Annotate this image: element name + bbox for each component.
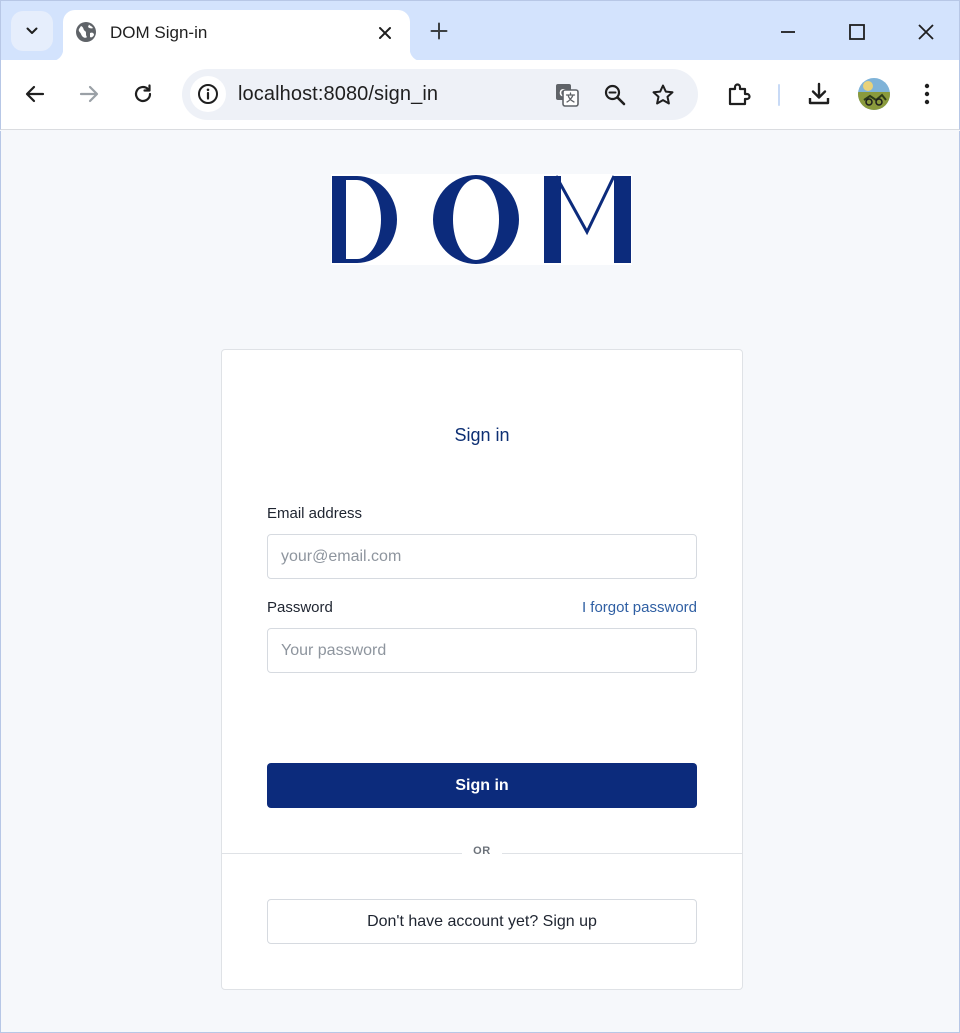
- dom-logo-image: [332, 175, 631, 264]
- minimize-icon: [781, 31, 795, 33]
- email-label: Email address: [267, 505, 363, 522]
- translate-icon: G: [556, 84, 579, 107]
- close-icon: [379, 27, 391, 39]
- puzzle-icon: [728, 83, 751, 106]
- page-viewport: Sign in Email address Password I forgot …: [0, 131, 960, 1033]
- new-tab-button[interactable]: [425, 17, 453, 45]
- more-vertical-icon: [924, 83, 930, 105]
- toolbar-divider: [778, 84, 780, 106]
- signin-title: Sign in: [454, 425, 510, 445]
- bookmark-button[interactable]: [648, 80, 678, 110]
- signin-card: Sign in Email address Password I forgot …: [221, 349, 743, 990]
- minimize-button[interactable]: [771, 15, 805, 49]
- email-input[interactable]: [267, 534, 697, 579]
- plus-icon: [430, 22, 448, 40]
- tab-close-button[interactable]: [374, 22, 396, 44]
- zoom-out-icon: [604, 84, 626, 106]
- translate-button[interactable]: G: [552, 80, 582, 110]
- tab-search-button[interactable]: [11, 11, 53, 51]
- maximize-icon: [849, 24, 865, 40]
- password-input[interactable]: [267, 628, 697, 673]
- or-divider-label: OR: [462, 845, 502, 857]
- site-info-button[interactable]: [190, 76, 226, 112]
- profile-avatar[interactable]: [858, 78, 890, 110]
- zoom-button[interactable]: [600, 80, 630, 110]
- browser-menu-button[interactable]: [907, 74, 947, 114]
- tab-title: DOM Sign-in: [110, 23, 208, 42]
- reload-icon: [134, 84, 152, 103]
- star-icon: [652, 84, 674, 105]
- forgot-password-link[interactable]: I forgot password: [582, 599, 697, 616]
- arrow-left-icon: [25, 85, 45, 103]
- dom-logo: [331, 174, 632, 265]
- downloads-button[interactable]: [799, 74, 839, 114]
- tab-strip: DOM Sign-in: [0, 0, 960, 61]
- chevron-down-icon: [26, 27, 38, 34]
- close-window-button[interactable]: [909, 15, 943, 49]
- avatar-image: [858, 78, 890, 110]
- browser-toolbar: localhost:8080/sign_in G: [0, 60, 960, 130]
- extensions-button[interactable]: [719, 74, 759, 114]
- signin-button[interactable]: Sign in: [267, 763, 697, 808]
- active-tab[interactable]: DOM Sign-in: [51, 10, 422, 61]
- forward-button[interactable]: [69, 74, 109, 114]
- reload-button[interactable]: [123, 74, 163, 114]
- arrow-right-icon: [79, 85, 99, 103]
- password-label: Password: [267, 599, 333, 616]
- address-bar[interactable]: localhost:8080/sign_in G: [182, 69, 698, 120]
- globe-icon: [76, 22, 96, 42]
- close-icon: [918, 24, 934, 40]
- back-button[interactable]: [15, 74, 55, 114]
- download-icon: [808, 82, 830, 105]
- maximize-button[interactable]: [840, 15, 874, 49]
- url-text[interactable]: localhost:8080/sign_in: [238, 83, 438, 106]
- info-icon: [198, 84, 218, 104]
- signup-button[interactable]: Don't have account yet? Sign up: [267, 899, 697, 944]
